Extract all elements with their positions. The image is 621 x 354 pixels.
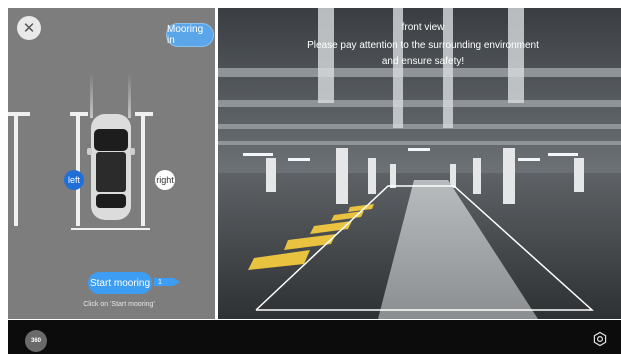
camera-view-title: front view [401,22,445,33]
mooring-in-label: Mooring in [167,24,204,46]
left-side-button[interactable]: left [64,170,84,190]
bottom-bar: 360 [8,320,621,354]
instruction-hint: Click on 'Start mooring' [83,301,155,308]
mooring-in-button[interactable]: Mooring in [166,23,214,47]
360-view-icon: 360 [30,338,41,344]
safety-warning: Please pay attention to the surrounding … [307,40,539,67]
right-side-button[interactable]: right [155,170,175,190]
360-view-button[interactable]: 360 [25,330,47,352]
close-icon: ✕ [22,20,36,37]
close-button[interactable]: ✕ [17,16,41,40]
settings-icon[interactable] [592,331,608,347]
parking-assist-screen: ✕ Mooring in 2 left right Start mooring … [0,0,621,354]
top-down-view-panel: ✕ Mooring in 2 left right Start mooring … [8,8,215,319]
start-mooring-button[interactable]: Start mooring [88,272,152,294]
front-camera-view: front view Please pay attention to the s… [218,8,621,319]
car-top-icon [87,114,135,220]
